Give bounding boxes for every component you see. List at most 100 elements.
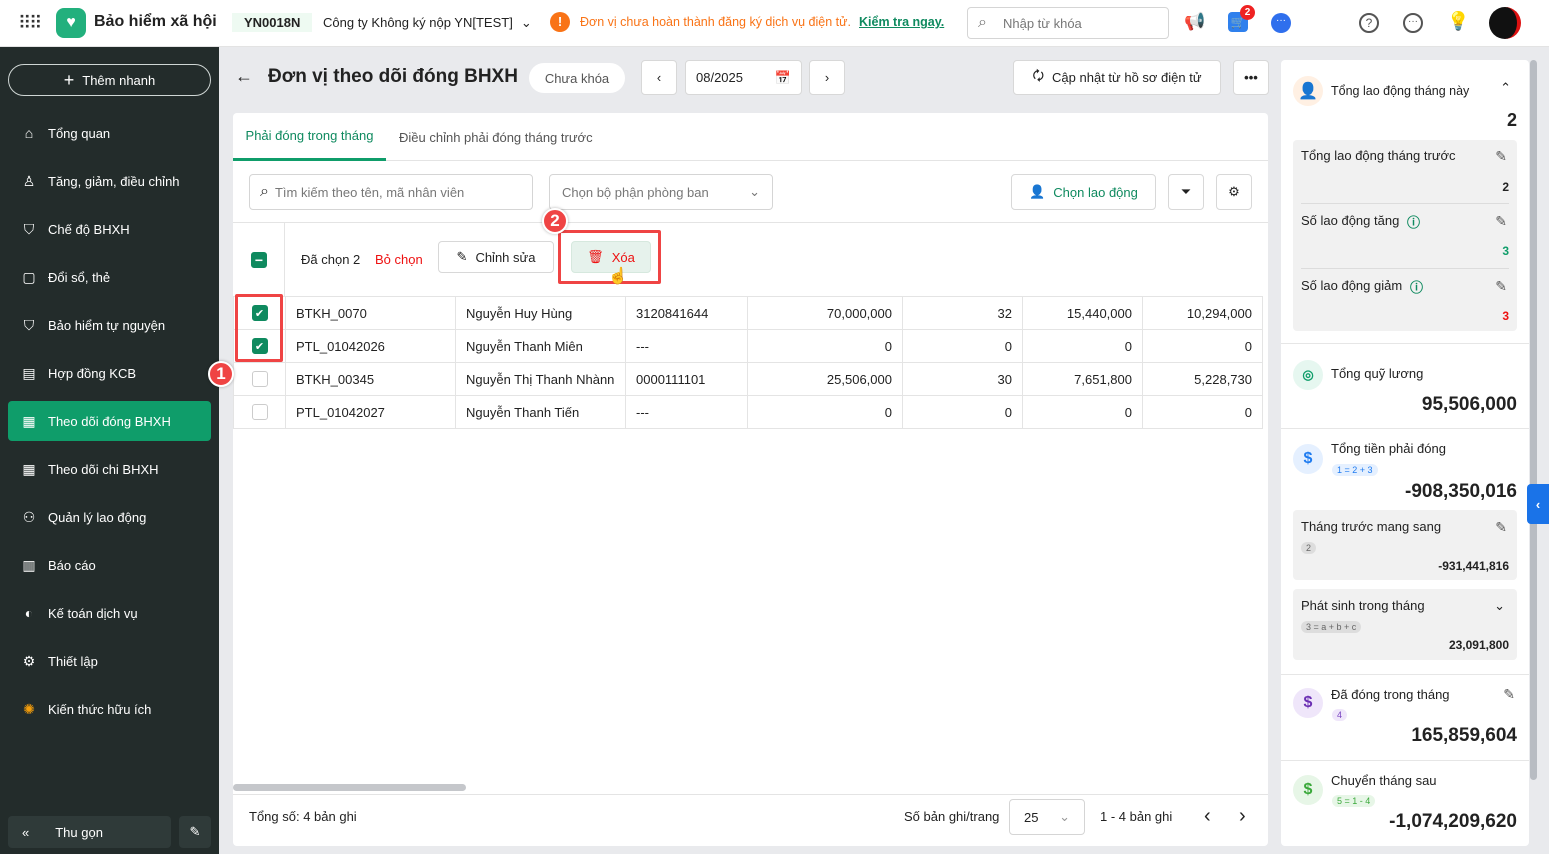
table-row[interactable]: ✔ PTL_01042026 Nguyễn Thanh Miên --- 0 0 0 0	[233, 329, 1263, 363]
labor-decrease-value: 3	[1502, 309, 1509, 323]
tab-payable-this-month[interactable]: Phải đóng trong tháng	[233, 113, 386, 161]
sidebar-item-10[interactable]: ▥ Báo cáo	[8, 545, 211, 585]
pencil-icon[interactable]: ✎	[1495, 148, 1507, 165]
tab-adjust-prev-month[interactable]: Điều chỉnh phải đóng tháng trước	[399, 113, 593, 161]
info-icon[interactable]: ⓘ	[1410, 277, 1423, 296]
help-icon[interactable]: ?	[1359, 13, 1379, 33]
select-all-checkbox[interactable]: −	[251, 252, 267, 268]
refresh-doc-icon: 🗘	[1032, 67, 1045, 83]
sidebar-item-6[interactable]: ▤ Hợp đồng KCB	[8, 353, 211, 393]
arising-value: 23,091,800	[1448, 638, 1509, 652]
global-search-input[interactable]: ⌕ Nhập từ khóa	[967, 7, 1169, 39]
selection-bar: − Đã chọn 2 Bỏ chọn ✎ Chỉnh sửa 🗑 Xóa	[233, 222, 1268, 297]
info-icon[interactable]: ⓘ	[1407, 212, 1420, 231]
update-label: Cập nhật từ hồ sơ điện tử	[1052, 70, 1202, 85]
card-icon: ▢	[22, 268, 36, 285]
more-actions-button[interactable]: •••	[1233, 60, 1269, 95]
quick-add-label: Thêm nhanh	[82, 72, 156, 88]
horizontal-scrollbar[interactable]	[233, 784, 466, 791]
labor-increase-label: Số lao động tăng	[1301, 213, 1400, 228]
pencil-icon[interactable]: ✎	[1495, 278, 1507, 295]
shield-icon: ⛉	[23, 220, 35, 237]
sidebar-item-8[interactable]: ▦ Theo dõi chi BHXH	[8, 449, 211, 489]
main-card: Phải đóng trong tháng Điều chỉnh phải đó…	[233, 113, 1268, 846]
users-icon: ⚇	[22, 508, 36, 525]
cell-code: BTKH_00345	[296, 371, 375, 387]
avatar[interactable]	[1489, 7, 1521, 39]
panel-scrollbar[interactable]	[1530, 60, 1537, 780]
company-name: Công ty Không ký nộp YN[TEST]	[323, 15, 513, 30]
row-checkbox[interactable]	[251, 371, 268, 387]
check-now-link[interactable]: Kiểm tra ngay.	[859, 15, 944, 29]
sidebar-item-4[interactable]: ▢ Đổi sổ, thẻ	[8, 257, 211, 297]
labor-breakdown: Tổng lao động tháng trước ✎ 2 Số lao độn…	[1293, 140, 1517, 331]
summary-panel: 👤 Tổng lao động tháng này ⌃ 2 Tổng lao đ…	[1281, 60, 1529, 846]
employee-search-input[interactable]: ⌕ Tìm kiếm theo tên, mã nhân viên	[249, 174, 533, 210]
period-picker[interactable]: 08/2025 📅	[685, 60, 802, 95]
total-due-section: $ Tổng tiền phải đóng 1 = 2 + 3 -908,350…	[1281, 429, 1529, 675]
cell-c3: 0	[1124, 338, 1132, 354]
cart-badge: 2	[1240, 5, 1255, 20]
update-from-e-records-button[interactable]: 🗘 Cập nhật từ hồ sơ điện tử	[1013, 60, 1221, 95]
apps-grid-icon[interactable]: ⠿⠿	[18, 13, 42, 34]
sidebar-item-1[interactable]: ⌂ Tổng quan	[8, 113, 211, 153]
labor-this-month-value: 2	[1506, 110, 1517, 130]
ellipsis-icon: •••	[1244, 70, 1258, 85]
sidebar-item-11[interactable]: ◐ Kế toán dịch vụ	[8, 593, 211, 633]
arising-label: Phát sinh trong tháng	[1301, 598, 1425, 613]
chevron-down-icon[interactable]: ⌄	[1494, 598, 1505, 614]
sidebar-item-3[interactable]: ⛉ Chế độ BHXH	[8, 209, 211, 249]
annotation-box-checkboxes	[235, 294, 283, 362]
cell-c3: 7,651,800	[1074, 371, 1132, 387]
next-page-button[interactable]: ›	[1239, 805, 1246, 828]
next-period-button[interactable]: ›	[809, 60, 845, 95]
bulb-icon[interactable]: 💡	[1447, 11, 1469, 32]
edit-menu-button[interactable]: ✎	[179, 816, 211, 848]
pencil-icon[interactable]: ✎	[1503, 686, 1515, 703]
cell-c2: 32	[997, 305, 1012, 321]
sidebar-item-7[interactable]: ▦ Theo dõi đóng BHXH	[8, 401, 211, 441]
sidebar-item-label: Chế độ BHXH	[48, 221, 130, 237]
sidebar-item-12[interactable]: ⚙ Thiết lập	[8, 641, 211, 681]
choose-employee-button[interactable]: 👤 Chọn lao động	[1011, 174, 1156, 210]
per-page-select[interactable]: 25 ⌄	[1009, 799, 1085, 835]
panel-toggle-button[interactable]: ‹	[1527, 484, 1549, 524]
table-row[interactable]: ✔ BTKH_0070 Nguyễn Huy Hùng 3120841644 70,00…	[233, 296, 1263, 330]
chevron-down-icon: ⌄	[749, 184, 760, 199]
pencil-icon[interactable]: ✎	[1495, 213, 1507, 230]
logo-icon: ♥	[56, 8, 86, 38]
cell-c4: 0	[1244, 404, 1252, 420]
sidebar-item-2[interactable]: ♙ Tăng, giảm, điều chỉnh	[8, 161, 211, 201]
doc-icon: ▦	[22, 460, 36, 477]
sidebar-item-9[interactable]: ⚇ Quản lý lao động	[8, 497, 211, 537]
back-arrow-icon[interactable]: ←	[235, 66, 253, 87]
filter-button[interactable]: ⏷	[1168, 174, 1204, 210]
prev-page-button[interactable]: ‹	[1204, 805, 1211, 828]
sidebar-item-5[interactable]: ⛉ Bảo hiểm tự nguyện	[8, 305, 211, 345]
deselect-link[interactable]: Bỏ chọn	[375, 252, 423, 267]
row-checkbox[interactable]	[251, 404, 268, 420]
sidebar-item-13[interactable]: ✺ Kiến thức hữu ích	[8, 689, 211, 729]
megaphone-icon[interactable]: 📢	[1184, 12, 1205, 32]
edit-button[interactable]: ✎ Chỉnh sửa	[438, 241, 554, 273]
arising-box: Phát sinh trong tháng ⌄ 3 = a + b + c 23…	[1293, 589, 1517, 660]
more-icon[interactable]: ···	[1403, 13, 1423, 33]
department-select[interactable]: Chọn bộ phận phòng ban ⌄	[549, 174, 773, 210]
cell-c4: 0	[1244, 338, 1252, 354]
quick-add-button[interactable]: + Thêm nhanh	[8, 64, 211, 96]
table-row[interactable]: PTL_01042027 Nguyễn Thanh Tiến --- 0 0 0 0	[233, 395, 1263, 429]
prev-period-button[interactable]: ‹	[641, 60, 677, 95]
dollar-check-icon: $	[1293, 688, 1323, 718]
sidebar-item-label: Kế toán dịch vụ	[48, 605, 138, 621]
company-selector[interactable]: Công ty Không ký nộp YN[TEST] ⌄	[323, 15, 532, 31]
bulb-icon: ✺	[23, 700, 35, 717]
chat-icon[interactable]: ···	[1271, 13, 1291, 33]
table-row[interactable]: BTKH_00345 Nguyễn Thị Thanh Nhànn 00001111…	[233, 362, 1263, 396]
collapse-sidebar-button[interactable]: « Thu gọn	[8, 816, 171, 848]
pencil-icon[interactable]: ✎	[1495, 519, 1507, 536]
chevron-up-icon[interactable]: ⌃	[1500, 80, 1511, 96]
settings-button[interactable]: ⚙	[1216, 174, 1252, 210]
cell-id: 3120841644	[636, 305, 709, 321]
sidebar-item-label: Báo cáo	[48, 557, 96, 573]
choose-employee-label: Chọn lao động	[1053, 184, 1138, 200]
